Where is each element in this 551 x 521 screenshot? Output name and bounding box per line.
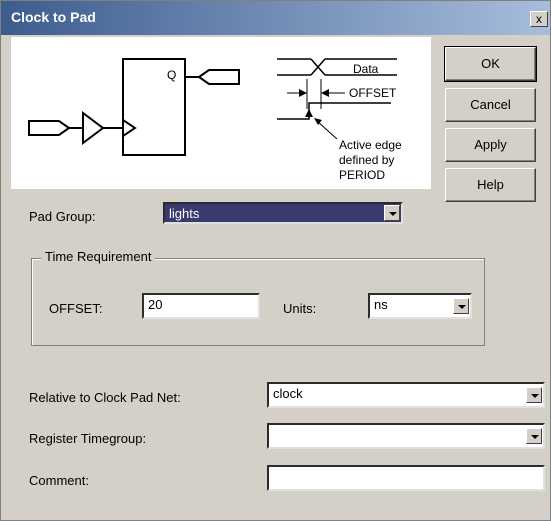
active-edge-line-2: defined by <box>339 153 394 167</box>
q-label: Q <box>167 68 176 82</box>
apply-button[interactable]: Apply <box>445 128 536 162</box>
pad-group-value: lights <box>169 206 200 221</box>
input-pad-shape <box>28 120 71 136</box>
offset-value: 20 <box>148 297 163 312</box>
data-label: Data <box>353 62 379 76</box>
offset-diagram-label: OFFSET <box>349 86 397 100</box>
time-requirement-legend: Time Requirement <box>41 249 156 264</box>
ok-button[interactable]: OK <box>444 46 537 82</box>
active-edge-pointer <box>316 120 338 140</box>
relative-clock-select[interactable]: clock <box>267 382 545 408</box>
timing-diagram-graphic: Q Data OFFSET Active edge defined by PER… <box>28 58 402 182</box>
active-edge-line-1: Active edge <box>339 138 402 152</box>
comment-input[interactable] <box>267 465 545 491</box>
pad-group-label: Pad Group: <box>29 209 96 224</box>
comment-label: Comment: <box>29 473 89 488</box>
pad-group-dropdown-icon[interactable] <box>384 205 400 221</box>
pad-group-select[interactable]: lights <box>163 202 403 224</box>
close-button[interactable]: x <box>530 11 548 27</box>
output-pad-shape <box>197 69 240 85</box>
register-timegroup-label: Register Timegroup: <box>29 431 147 446</box>
units-value: ns <box>374 297 388 312</box>
units-dropdown-icon[interactable] <box>453 298 469 314</box>
relative-clock-label: Relative to Clock Pad Net: <box>29 390 181 405</box>
timing-diagram: Q Data OFFSET Active edge defined by PER… <box>11 37 431 189</box>
units-select[interactable]: ns <box>368 293 472 319</box>
offset-arrow-right <box>321 89 329 97</box>
active-edge-line-3: PERIOD <box>339 168 385 182</box>
offset-label: OFFSET: <box>49 301 103 316</box>
register-timegroup-select[interactable] <box>267 423 545 449</box>
clock-edge-arrow <box>305 109 313 117</box>
offset-input[interactable]: 20 <box>142 293 260 319</box>
clock-wave <box>277 102 391 120</box>
units-label: Units: <box>283 301 317 316</box>
buffer-shape <box>82 111 105 145</box>
window-title: Clock to Pad <box>11 9 96 25</box>
register-timegroup-dropdown-icon[interactable] <box>526 428 542 444</box>
help-button[interactable]: Help <box>445 168 536 202</box>
relative-clock-dropdown-icon[interactable] <box>526 387 542 403</box>
relative-clock-value: clock <box>273 386 303 401</box>
clock-to-pad-dialog: Clock to Pad x Q Data OFFSET Active edge… <box>0 0 551 521</box>
title-bar: Clock to Pad x <box>1 1 550 35</box>
cancel-button[interactable]: Cancel <box>445 88 536 122</box>
clock-input-symbol <box>122 119 137 137</box>
